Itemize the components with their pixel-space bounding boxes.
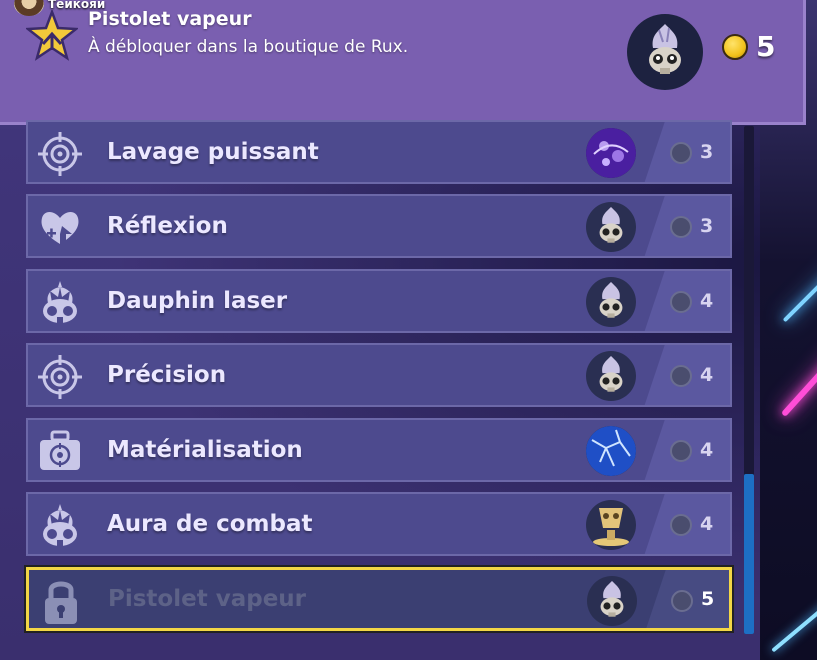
coin-icon: [670, 365, 692, 387]
selected-skill-title: Pistolet vapeur: [88, 8, 252, 30]
skill-list: Lavage puissant 3 Réflexion 3 Dauphin laser 4…: [26, 120, 732, 635]
skill-row[interactable]: Dauphin laser 4: [26, 269, 732, 333]
skull-icon: [36, 502, 84, 550]
target-icon: [36, 353, 84, 401]
skill-name: Aura de combat: [107, 511, 313, 537]
coin-icon: [670, 514, 692, 536]
skill-name: Réflexion: [107, 213, 228, 239]
skill-name: Précision: [107, 362, 227, 388]
character-portrait-icon: [586, 351, 636, 401]
skill-cost: 5: [701, 588, 715, 610]
neon-light-blue-lower: [771, 591, 817, 653]
character-portrait-icon: [586, 202, 636, 252]
coin-icon: [670, 291, 692, 313]
selected-skill-description: À débloquer dans la boutique de Rux.: [88, 37, 409, 57]
padlock-icon: [37, 578, 85, 626]
character-portrait-icon: [586, 277, 636, 327]
skill-cost: 3: [700, 141, 714, 163]
coin-icon: [670, 440, 692, 462]
coin-count: 5: [756, 30, 776, 63]
skill-cost: 4: [700, 439, 714, 461]
skill-row[interactable]: Lavage puissant 3: [26, 120, 732, 184]
coin-counter: 5: [722, 30, 775, 63]
skill-row[interactable]: Réflexion 3: [26, 194, 732, 258]
skill-row[interactable]: Aura de combat 4: [26, 492, 732, 556]
skill-cost: 3: [700, 215, 714, 237]
skill-name: Dauphin laser: [107, 288, 288, 314]
skill-cost: 4: [700, 290, 714, 312]
skill-detail-header: Теикояи Pistolet vapeur À débloquer dans…: [0, 0, 806, 125]
character-portrait-icon: [627, 14, 703, 90]
skill-cost: 4: [700, 513, 714, 535]
coin-icon: [670, 142, 692, 164]
skill-cost: 4: [700, 364, 714, 386]
golden-trophy-icon: [586, 500, 636, 550]
target-icon: [36, 130, 84, 178]
skill-name: Matérialisation: [107, 437, 303, 463]
coin-icon: [671, 590, 693, 612]
skill-name: Lavage puissant: [107, 139, 319, 165]
heart-shield-icon: [36, 204, 84, 252]
skill-row[interactable]: Précision 4: [26, 343, 732, 407]
coin-icon: [722, 33, 748, 60]
coin-icon: [670, 216, 692, 238]
skull-icon: [36, 279, 84, 327]
skill-name: Pistolet vapeur: [108, 586, 307, 612]
scrollbar-thumb[interactable]: [744, 474, 754, 634]
scrollbar[interactable]: [744, 126, 754, 634]
star-unlock-icon: [26, 10, 78, 61]
skill-row[interactable]: Pistolet vapeur 5: [26, 567, 732, 631]
neon-light-pink: [780, 308, 817, 418]
purple-swirl-icon: [586, 128, 636, 178]
skill-row[interactable]: Matérialisation 4: [26, 418, 732, 482]
neon-light-blue: [782, 241, 817, 323]
blue-crack-icon: [586, 426, 636, 476]
briefcase-target-icon: [36, 428, 84, 476]
character-portrait-icon: [587, 576, 637, 626]
